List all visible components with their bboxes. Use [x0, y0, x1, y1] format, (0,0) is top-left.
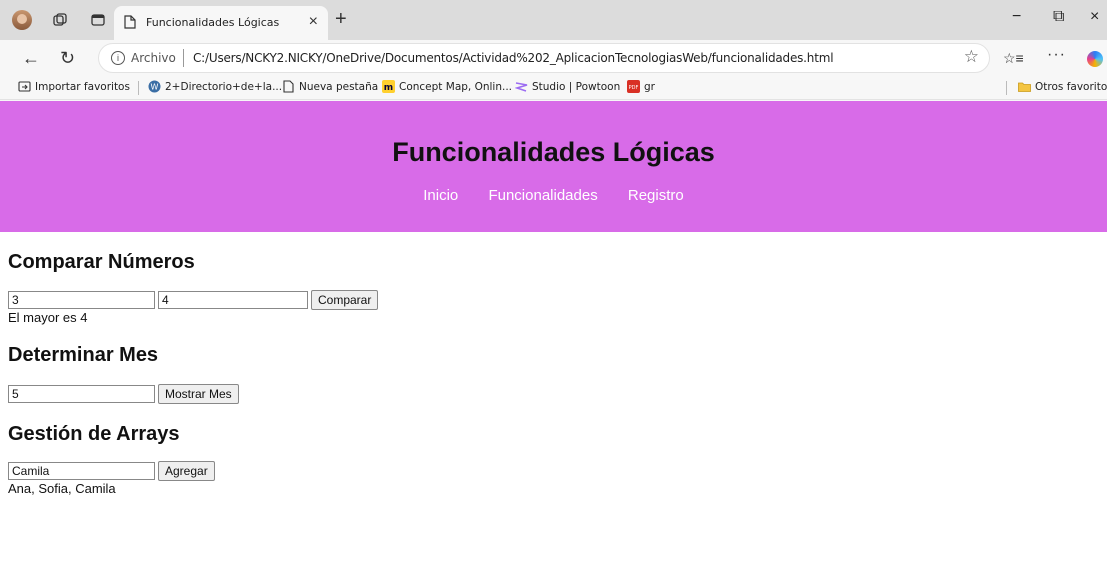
bookmark-label: Nueva pestaña: [299, 80, 379, 93]
new-tab-button[interactable]: +: [335, 8, 347, 31]
favorites-icon[interactable]: ☆≡: [1003, 50, 1024, 67]
powtoon-icon: [515, 82, 528, 92]
month-input[interactable]: [8, 385, 155, 403]
page-title: Funcionalidades Lógicas: [392, 137, 715, 167]
bookmark-gr[interactable]: PDF gr: [627, 80, 655, 93]
miro-icon: m: [382, 80, 395, 93]
add-button[interactable]: Agregar: [158, 461, 215, 481]
import-icon: [18, 81, 31, 92]
array-name-input[interactable]: [8, 462, 155, 480]
bookmark-powtoon[interactable]: Studio | Powtoon: [515, 80, 620, 93]
tab-title: Funcionalidades Lógicas: [146, 16, 280, 29]
bookmark-divider: [1006, 81, 1007, 95]
avatar-icon: [12, 10, 32, 30]
wordpress-icon: W: [148, 80, 161, 93]
bookmark-label: 2+Directorio+de+la...: [165, 80, 283, 93]
month-title: Determinar Mes: [8, 344, 159, 366]
bookmark-label: Studio | Powtoon: [532, 80, 621, 93]
page-content: Funcionalidades Lógicas Inicio Funcional…: [0, 101, 1107, 580]
bookmark-label: Importar favoritos: [35, 80, 130, 93]
favorite-star-icon[interactable]: ☆: [964, 47, 979, 67]
bookmark-nueva-pestana[interactable]: Nueva pestaña: [282, 80, 378, 93]
url-divider: [183, 49, 184, 67]
pdf-icon: PDF: [627, 80, 640, 93]
number-1-input[interactable]: [8, 291, 155, 309]
tab-actions-icon: [91, 14, 105, 26]
number-2-input[interactable]: [158, 291, 308, 309]
show-month-button[interactable]: Mostrar Mes: [158, 384, 239, 404]
workspaces-button[interactable]: [48, 8, 72, 32]
vertical-tabs-button[interactable]: [86, 8, 110, 32]
compare-title: Comparar Números: [8, 251, 195, 273]
page-icon: [283, 80, 294, 93]
svg-text:W: W: [151, 83, 159, 92]
page-header: Funcionalidades Lógicas Inicio Funcional…: [0, 101, 1107, 232]
arrays-title: Gestión de Arrays: [8, 423, 180, 445]
active-tab[interactable]: Funcionalidades Lógicas ×: [114, 6, 328, 40]
bookmark-concept-map[interactable]: m Concept Map, Onlin...: [382, 80, 512, 93]
maximize-button[interactable]: ⧉: [1053, 8, 1064, 26]
tab-strip: Funcionalidades Lógicas × + − ⧉ ×: [0, 0, 1107, 40]
info-icon[interactable]: i: [111, 51, 125, 65]
bookmark-directorio[interactable]: W 2+Directorio+de+la...: [148, 80, 282, 93]
close-window-button[interactable]: ×: [1090, 8, 1099, 26]
copilot-icon[interactable]: [1087, 51, 1103, 67]
bookmark-label: Concept Map, Onlin...: [399, 80, 513, 93]
url-scheme: Archivo: [131, 51, 176, 65]
bookmark-divider: [138, 81, 139, 95]
bookmarks-bar: Importar favoritos W 2+Directorio+de+la.…: [0, 76, 1107, 100]
browser-window: Funcionalidades Lógicas × + − ⧉ × ← ↻ i …: [0, 0, 1107, 580]
bookmark-otros-favoritos[interactable]: Otros favoritos: [1018, 80, 1107, 93]
compare-result: El mayor es 4: [8, 310, 88, 325]
compare-button[interactable]: Comparar: [311, 290, 379, 310]
url-text[interactable]: C:/Users/NCKY2.NICKY/OneDrive/Documentos…: [193, 51, 834, 65]
back-arrow-icon[interactable]: ←: [22, 48, 40, 69]
svg-text:PDF: PDF: [629, 85, 639, 91]
array-result: Ana, Sofia, Camila: [8, 481, 116, 496]
address-bar[interactable]: i Archivo C:/Users/NCKY2.NICKY/OneDrive/…: [98, 43, 990, 73]
svg-text:m: m: [384, 83, 393, 93]
profile-avatar[interactable]: [10, 8, 34, 32]
nav-link-funcionalidades[interactable]: Funcionalidades: [488, 187, 597, 204]
nav-link-registro[interactable]: Registro: [628, 187, 684, 204]
bookmark-label: Otros favoritos: [1035, 80, 1107, 93]
page-icon: [124, 15, 136, 29]
workspaces-icon: [53, 13, 67, 26]
nav-link-inicio[interactable]: Inicio: [423, 187, 458, 204]
reload-icon[interactable]: ↻: [60, 48, 75, 69]
bookmark-import[interactable]: Importar favoritos: [18, 80, 130, 93]
folder-icon: [1018, 82, 1031, 92]
bookmark-label: gr: [644, 80, 655, 93]
more-options-icon[interactable]: ···: [1047, 46, 1066, 64]
minimize-button[interactable]: −: [1012, 8, 1021, 26]
tab-close-icon[interactable]: ×: [309, 13, 318, 31]
page-nav: Inicio Funcionalidades Registro: [0, 187, 1107, 204]
navigation-bar: ← ↻ i Archivo C:/Users/NCKY2.NICKY/OneDr…: [0, 40, 1107, 76]
